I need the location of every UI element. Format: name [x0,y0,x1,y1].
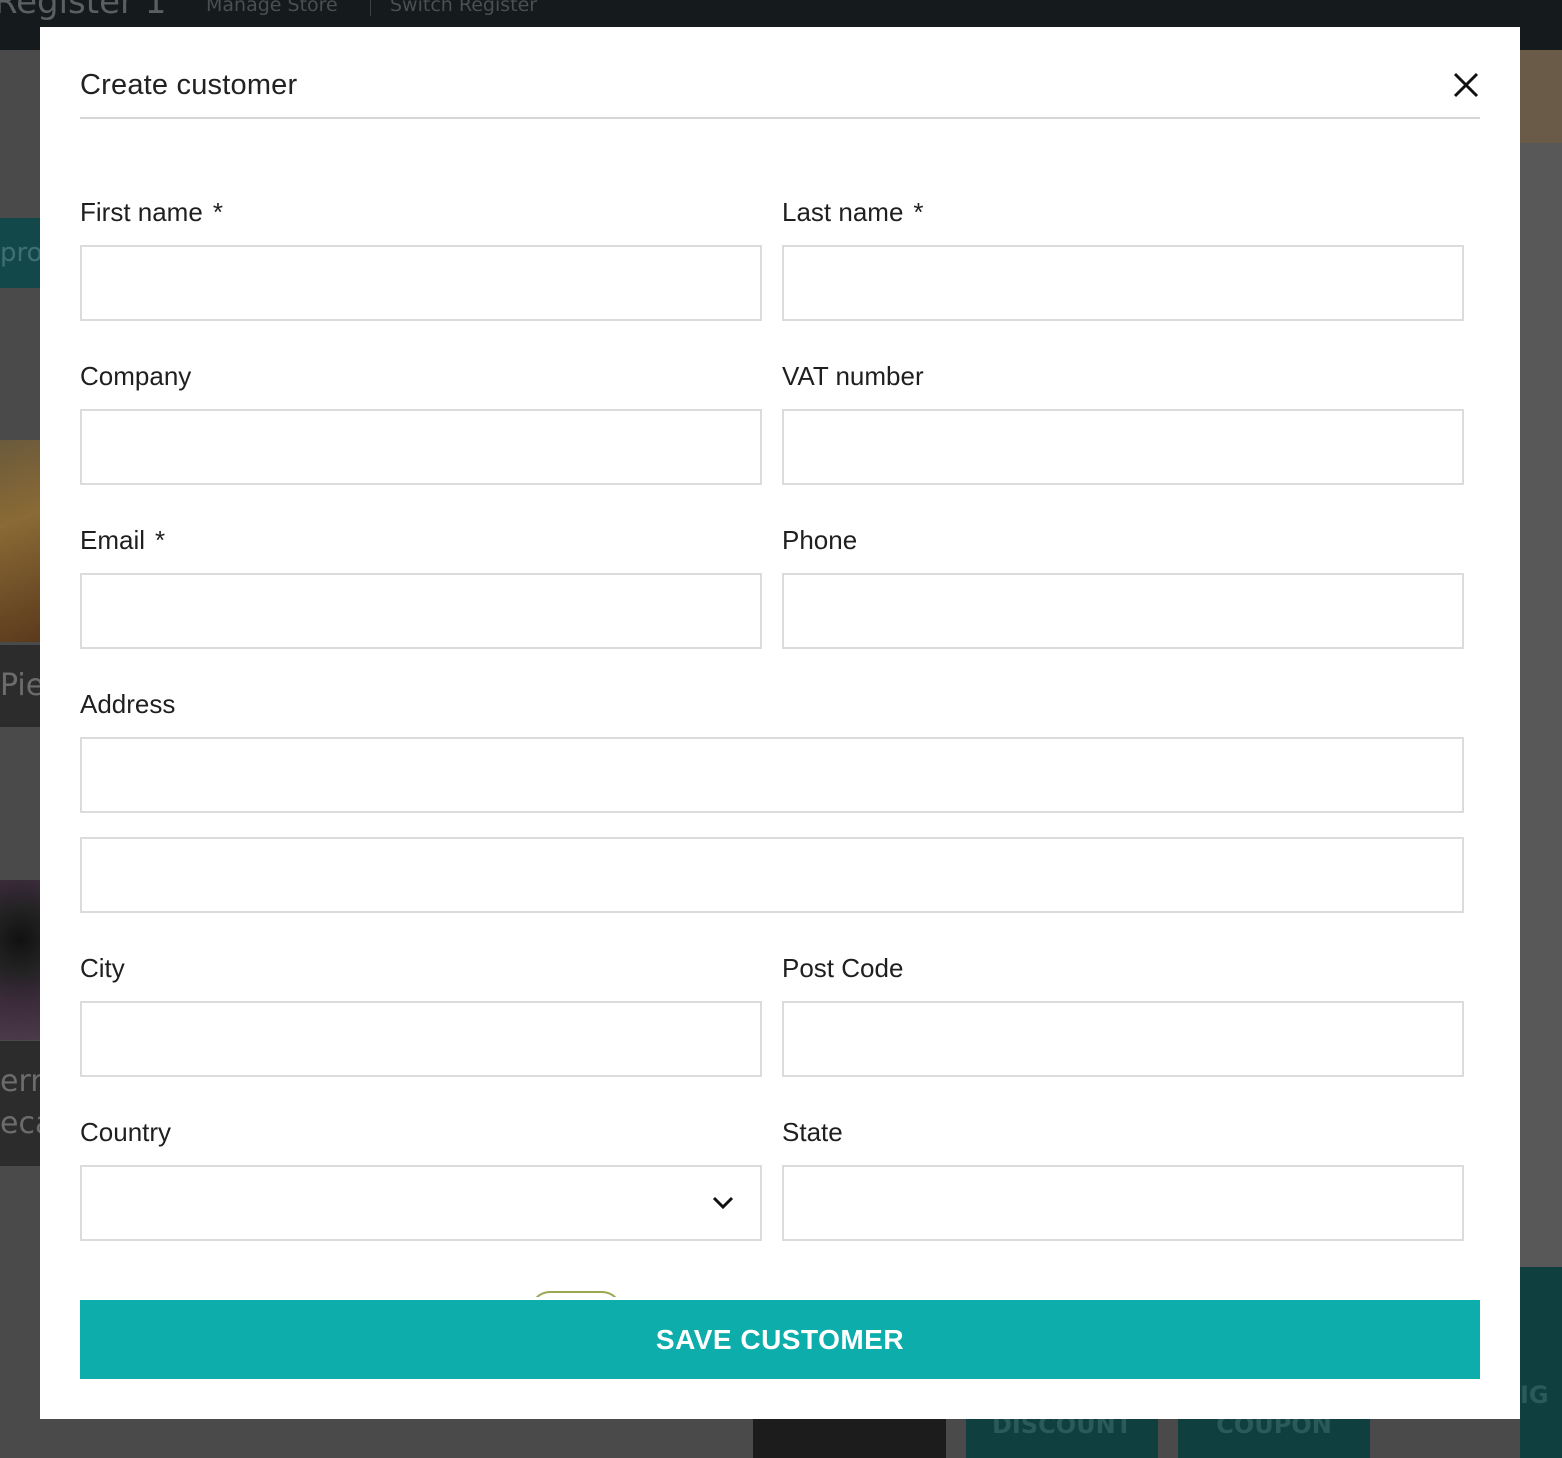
first-name-label: First name * [80,197,223,227]
bg-bottom-dark [753,1418,946,1458]
state-input[interactable] [784,1167,1462,1239]
bg-coupon-button[interactable]: COUPON [1178,1418,1370,1458]
close-icon[interactable] [1452,71,1480,99]
bg-right-button[interactable]: IG [1520,1267,1562,1458]
last-name-field[interactable] [782,245,1464,321]
email-label: Email * [80,525,166,555]
register-title: Register 1 [0,0,167,22]
company-input[interactable] [82,411,760,483]
nav-manage-store[interactable]: Manage Store [206,0,338,16]
create-customer-modal: Create customer First name * Last name * C… [40,27,1520,1419]
vat-number-field[interactable] [782,409,1464,485]
chevron-down-icon [712,1196,734,1210]
address-line1-input[interactable] [82,739,1462,811]
bg-product-image [0,440,40,642]
bg-product-label-2: err eca [0,1041,40,1166]
customer-form: First name * Last name * Company VAT numbe… [80,154,1480,1297]
bg-products-tab[interactable]: prod [0,218,40,288]
nav-divider [370,0,371,16]
post-code-label: Post Code [782,953,904,983]
state-field[interactable] [782,1165,1464,1241]
bg-right-panel-2 [1520,143,1562,1267]
state-label: State [782,1117,843,1147]
modal-header: Create customer [80,27,1480,119]
modal-title: Create customer [80,69,298,101]
post-code-input[interactable] [784,1003,1462,1075]
email-input[interactable] [82,575,760,647]
bg-product-image-2 [0,880,40,1040]
address-line1-field[interactable] [80,737,1464,813]
post-code-field[interactable] [782,1001,1464,1077]
email-field[interactable] [80,573,762,649]
bg-discount-button[interactable]: DISCOUNT [966,1418,1158,1458]
first-name-input[interactable] [82,247,760,319]
phone-field[interactable] [782,573,1464,649]
phone-label: Phone [782,525,858,555]
last-name-input[interactable] [784,247,1462,319]
save-customer-button[interactable]: SAVE CUSTOMER [80,1300,1480,1379]
city-input[interactable] [82,1003,760,1075]
vat-number-input[interactable] [784,411,1462,483]
city-field[interactable] [80,1001,762,1077]
vat-number-label: VAT number [782,361,924,391]
country-label: Country [80,1117,172,1147]
company-label: Company [80,361,192,391]
partially-visible-toggle[interactable] [530,1291,622,1297]
address-line2-input[interactable] [82,839,1462,911]
bg-product-label: Pie [0,645,40,727]
country-select[interactable] [80,1165,762,1241]
address-label: Address [80,689,176,719]
city-label: City [80,953,125,983]
address-line2-field[interactable] [80,837,1464,913]
last-name-label: Last name * [782,197,924,227]
phone-input[interactable] [784,575,1462,647]
nav-switch-register[interactable]: Switch Register [390,0,537,16]
bg-products-tab-label: prod [0,238,40,268]
bg-right-panel [1520,50,1562,143]
first-name-field[interactable] [80,245,762,321]
company-field[interactable] [80,409,762,485]
